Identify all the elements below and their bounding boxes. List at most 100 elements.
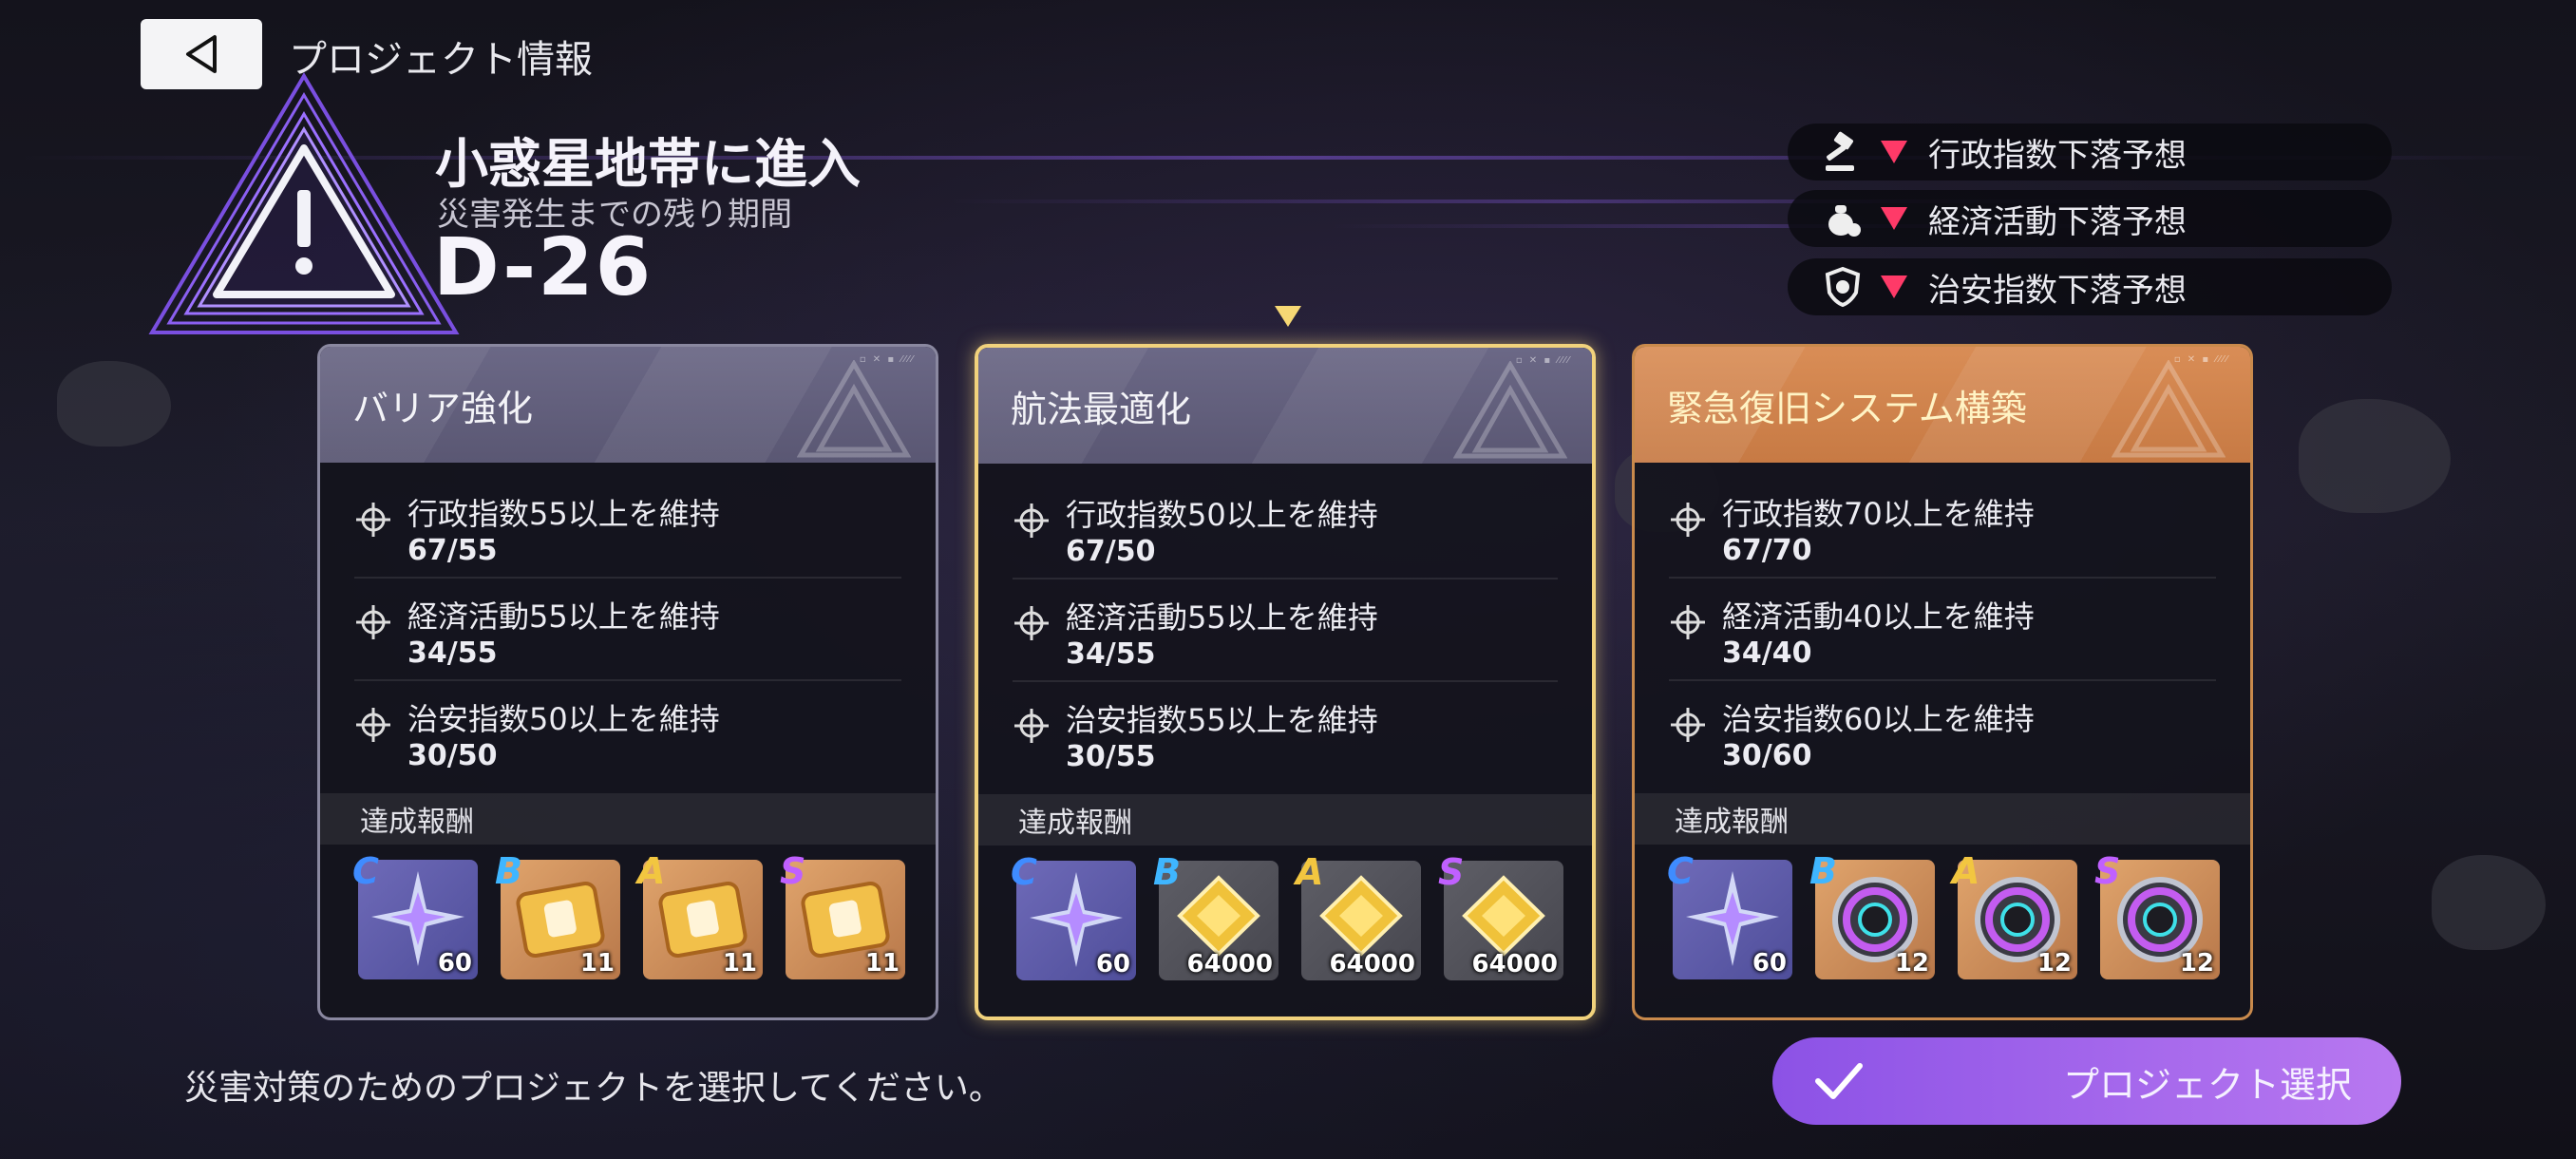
gavel-icon xyxy=(1814,124,1871,180)
reward-item[interactable]: S 11 xyxy=(780,850,905,979)
down-arrow-icon xyxy=(1881,207,1907,230)
check-icon xyxy=(1815,1063,1863,1099)
grade-badge: A xyxy=(1952,850,1980,892)
reward-item[interactable]: S 12 xyxy=(2094,850,2220,979)
forecast-text: 行政指数下落予想 xyxy=(1928,136,2187,175)
reward-item[interactable]: C 60 xyxy=(352,850,478,979)
reward-list: C 60 B 64000 A 64000 S 64000 xyxy=(1011,851,1563,980)
forecast-admin: 行政指数下落予想 xyxy=(1788,124,2392,180)
reward-qty: 64000 xyxy=(1471,950,1558,978)
grade-badge: B xyxy=(1809,850,1837,892)
money-bag-icon xyxy=(1814,190,1871,247)
forecast-text: 治安指数下落予想 xyxy=(1928,271,2187,310)
condition-value: 67/55 xyxy=(407,534,498,567)
reward-item[interactable]: B 64000 xyxy=(1153,851,1279,980)
reward-qty: 60 xyxy=(1752,949,1787,978)
grade-badge: A xyxy=(637,850,666,892)
project-card-navigation[interactable]: 航法最適化 ▫ ✕ ▪ ⁄⁄⁄⁄ 行政指数50以上を維持 67/50 経済活動55… xyxy=(975,344,1596,1020)
select-project-button[interactable]: プロジェクト選択 xyxy=(1772,1037,2401,1125)
project-card-emergency[interactable]: 緊急復旧システム構築 ▫ ✕ ▪ ⁄⁄⁄⁄ 行政指数70以上を維持 67/70 経… xyxy=(1632,344,2253,1020)
target-icon xyxy=(356,605,390,639)
condition-value: 34/55 xyxy=(407,636,498,670)
asteroid xyxy=(2299,399,2451,513)
card-header: 航法最適化 ▫ ✕ ▪ ⁄⁄⁄⁄ xyxy=(978,348,1592,464)
forecast-text: 経済活動下落予想 xyxy=(1928,202,2187,241)
target-icon xyxy=(1014,709,1049,743)
reward-qty: 60 xyxy=(437,949,472,978)
reward-qty: 11 xyxy=(722,949,757,978)
card-title: 航法最適化 xyxy=(1011,388,1192,430)
reward-qty: 12 xyxy=(1894,949,1929,978)
reward-qty: 12 xyxy=(2036,949,2072,978)
condition-list: 行政指数70以上を維持 67/70 経済活動40以上を維持 34/40 治安指数60… xyxy=(1635,463,2250,784)
reward-label: 達成報酬 xyxy=(1018,807,1132,840)
condition-row: 治安指数55以上を維持 30/55 xyxy=(1013,682,1558,785)
card-title: 緊急復旧システム構築 xyxy=(1667,387,2027,429)
target-icon xyxy=(1671,605,1705,639)
reward-item[interactable]: S 64000 xyxy=(1438,851,1563,980)
reward-item[interactable]: A 11 xyxy=(637,850,763,979)
condition-list: 行政指数55以上を維持 67/55 経済活動55以上を維持 34/55 治安指数50… xyxy=(320,463,936,784)
emblem-icon xyxy=(1453,361,1567,459)
reward-item[interactable]: C 60 xyxy=(1667,850,1792,979)
reward-item[interactable]: A 64000 xyxy=(1296,851,1421,980)
reward-label: 達成報酬 xyxy=(360,806,474,839)
emblem-icon xyxy=(2112,360,2226,458)
countdown: D-26 xyxy=(433,220,653,314)
grade-badge: C xyxy=(352,850,379,892)
condition-row: 治安指数50以上を維持 30/50 xyxy=(354,681,901,784)
reward-qty: 64000 xyxy=(1329,950,1415,978)
target-icon xyxy=(1671,708,1705,742)
reward-qty: 12 xyxy=(2179,949,2214,978)
reward-header: 達成報酬 xyxy=(320,793,936,845)
condition-label: 治安指数60以上を維持 xyxy=(1722,701,2035,737)
grade-badge: C xyxy=(1011,851,1037,893)
down-arrow-icon xyxy=(1881,141,1907,163)
condition-value: 30/50 xyxy=(407,739,498,772)
grade-badge: S xyxy=(2094,850,2121,892)
reward-qty: 11 xyxy=(579,949,615,978)
reward-qty: 60 xyxy=(1095,950,1130,978)
reward-item[interactable]: C 60 xyxy=(1011,851,1136,980)
condition-label: 経済活動55以上を維持 xyxy=(407,598,720,635)
reward-list: C 60 B 12 A 12 S 12 xyxy=(1667,850,2220,979)
grade-badge: B xyxy=(1153,851,1181,893)
condition-label: 行政指数70以上を維持 xyxy=(1722,496,2035,532)
warning-triangle-icon xyxy=(148,72,460,334)
condition-value: 67/50 xyxy=(1066,535,1156,568)
grade-badge: C xyxy=(1667,850,1694,892)
instruction-text: 災害対策のためのプロジェクトを選択してください。 xyxy=(184,1069,1003,1108)
forecast-economy: 経済活動下落予想 xyxy=(1788,190,2392,247)
target-icon xyxy=(1014,504,1049,538)
selection-marker-icon xyxy=(1275,306,1301,327)
condition-value: 34/55 xyxy=(1066,637,1156,671)
asteroid xyxy=(2432,855,2546,950)
reward-qty: 64000 xyxy=(1186,950,1273,978)
reward-item[interactable]: A 12 xyxy=(1952,850,2077,979)
police-badge-icon xyxy=(1814,258,1871,315)
forecast-security: 治安指数下落予想 xyxy=(1788,258,2392,315)
grade-badge: A xyxy=(1296,851,1324,893)
reward-label: 達成報酬 xyxy=(1675,806,1789,839)
grade-badge: B xyxy=(495,850,522,892)
condition-label: 経済活動40以上を維持 xyxy=(1722,598,2035,635)
card-header: バリア強化 ▫ ✕ ▪ ⁄⁄⁄⁄ xyxy=(320,347,936,463)
condition-value: 30/60 xyxy=(1722,739,1812,772)
target-icon xyxy=(356,503,390,537)
reward-item[interactable]: B 11 xyxy=(495,850,620,979)
card-title: バリア強化 xyxy=(352,387,534,429)
down-arrow-icon xyxy=(1881,276,1907,298)
condition-label: 治安指数50以上を維持 xyxy=(407,701,720,737)
project-card-barrier[interactable]: バリア強化 ▫ ✕ ▪ ⁄⁄⁄⁄ 行政指数55以上を維持 67/55 経済活動55… xyxy=(317,344,938,1020)
condition-row: 行政指数50以上を維持 67/50 xyxy=(1013,477,1558,580)
condition-value: 34/40 xyxy=(1722,636,1812,670)
condition-row: 経済活動55以上を維持 34/55 xyxy=(1013,580,1558,682)
reward-header: 達成報酬 xyxy=(978,794,1592,846)
condition-row: 行政指数70以上を維持 67/70 xyxy=(1669,476,2216,579)
condition-row: 経済活動40以上を維持 34/40 xyxy=(1669,579,2216,681)
card-header: 緊急復旧システム構築 ▫ ✕ ▪ ⁄⁄⁄⁄ xyxy=(1635,347,2250,463)
reward-item[interactable]: B 12 xyxy=(1809,850,1935,979)
grade-badge: S xyxy=(780,850,806,892)
emblem-icon xyxy=(797,360,911,458)
condition-value: 67/70 xyxy=(1722,534,1812,567)
